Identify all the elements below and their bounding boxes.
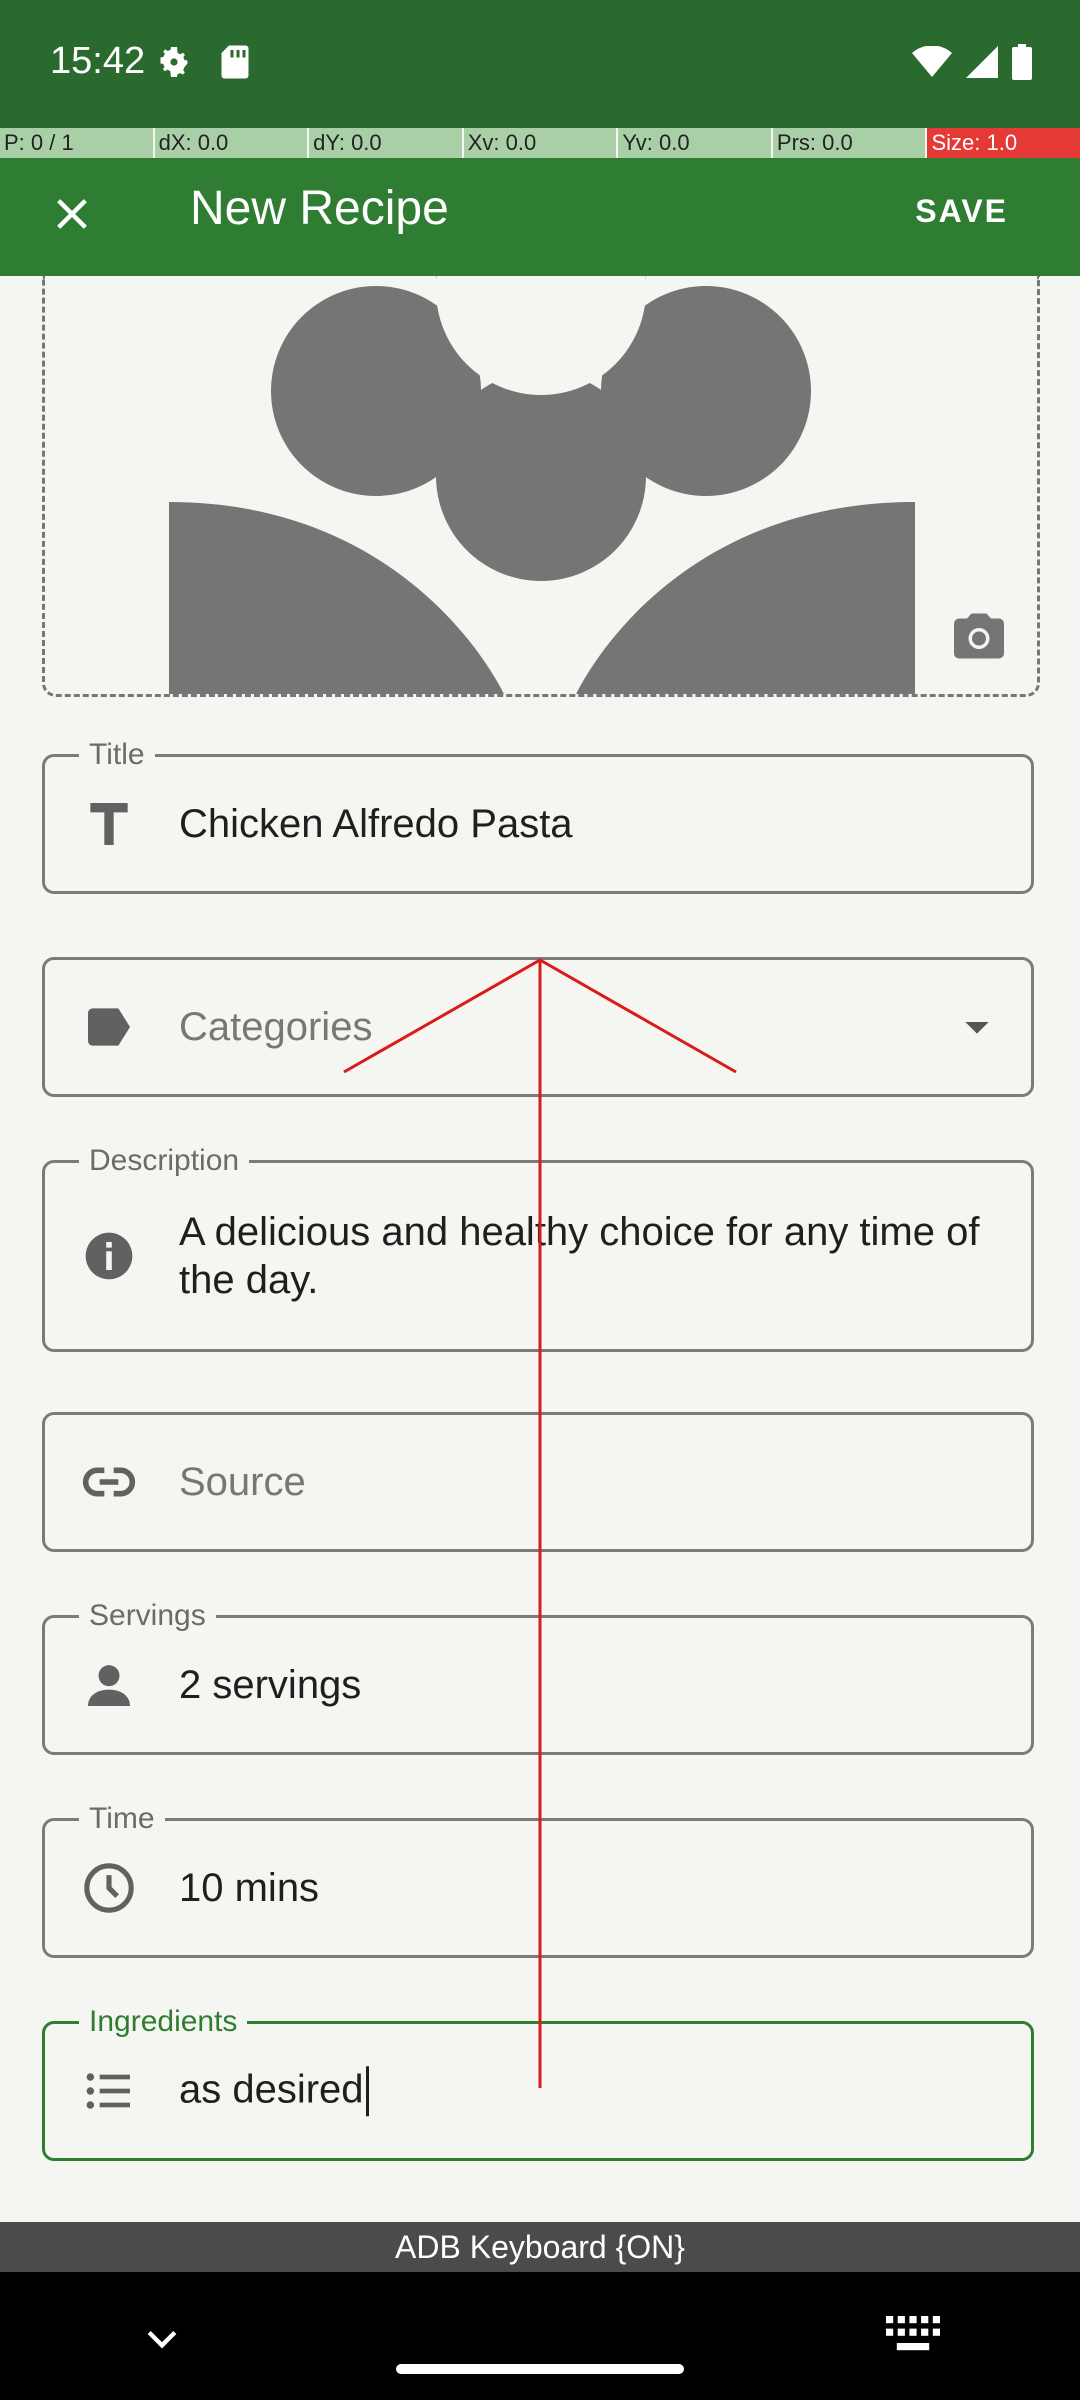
pointer-count: P: 0 / 1	[0, 128, 155, 158]
title-input[interactable]: Chicken Alfredo Pasta	[179, 800, 1001, 848]
link-icon	[82, 1467, 136, 1497]
description-field[interactable]: Description A delicious and healthy choi…	[42, 1141, 1034, 1352]
settings-icon	[160, 47, 188, 77]
status-time: 15:42	[50, 40, 146, 82]
text-format-icon	[90, 803, 128, 845]
ingredients-value: as desired	[179, 2067, 364, 2112]
keyboard-status: ADB Keyboard {ON}	[0, 2222, 1080, 2272]
person-icon	[88, 1665, 130, 1706]
servings-input[interactable]: 2 servings	[179, 1661, 1001, 1709]
status-bar: 15:42	[0, 0, 1080, 128]
pointer-dy: dY: 0.0	[309, 128, 464, 158]
text-cursor	[365, 2066, 369, 2117]
chevron-down-icon[interactable]	[957, 1007, 997, 1047]
pointer-dx: dX: 0.0	[154, 128, 310, 158]
pointer-location-bar: P: 0 / 1 dX: 0.0 dY: 0.0 Xv: 0.0 Yv: 0.0…	[0, 128, 1080, 158]
save-button[interactable]: SAVE	[915, 176, 1008, 246]
pointer-prs: Prs: 0.0	[772, 128, 928, 158]
signal-icon	[966, 46, 998, 78]
info-icon	[85, 1232, 133, 1280]
title-label: Title	[79, 735, 155, 775]
navigation-bar	[0, 2272, 1080, 2400]
time-input[interactable]: 10 mins	[179, 1864, 1001, 1912]
time-label: Time	[79, 1799, 165, 1839]
pointer-size: Size: 1.0	[927, 128, 1080, 158]
time-field[interactable]: Time 10 mins	[42, 1799, 1034, 1958]
close-button[interactable]	[36, 178, 108, 250]
wifi-icon	[912, 46, 952, 77]
close-icon	[57, 199, 87, 229]
status-icons	[912, 44, 1032, 80]
chevron-down-icon[interactable]	[140, 2316, 184, 2360]
servings-field[interactable]: Servings 2 servings	[42, 1596, 1034, 1755]
app-bar: New Recipe SAVE	[0, 158, 1080, 276]
pointer-xv: Xv: 0.0	[463, 128, 619, 158]
categories-placeholder: Categories	[179, 1005, 373, 1049]
ingredients-label: Ingredients	[79, 2002, 248, 2042]
keyboard-icon[interactable]	[886, 2316, 940, 2352]
description-input[interactable]: A delicious and healthy choice for any t…	[179, 1208, 1001, 1304]
recipe-image-picker[interactable]	[42, 276, 1040, 697]
clock-icon	[84, 1863, 134, 1913]
home-handle[interactable]	[396, 2364, 684, 2374]
servings-label: Servings	[79, 1596, 216, 1636]
label-tag-icon	[88, 1008, 130, 1046]
battery-icon	[1012, 44, 1032, 80]
source-input[interactable]: Source	[179, 1458, 1001, 1506]
camera-icon[interactable]	[949, 606, 1009, 666]
pointer-yv: Yv: 0.0	[618, 128, 773, 158]
source-field[interactable]: Source	[42, 1412, 1034, 1552]
list-icon	[86, 2073, 130, 2109]
categories-dropdown[interactable]: Categories	[42, 957, 1034, 1097]
flower-placeholder-icon	[169, 276, 915, 694]
page-title: New Recipe	[190, 182, 449, 235]
ingredients-input[interactable]: as desired	[179, 2065, 1001, 2117]
description-label: Description	[79, 1141, 250, 1181]
sd-card-icon	[221, 45, 249, 79]
title-field[interactable]: Title Chicken Alfredo Pasta	[42, 735, 1034, 894]
ingredients-field[interactable]: Ingredients as desired	[42, 2002, 1034, 2161]
